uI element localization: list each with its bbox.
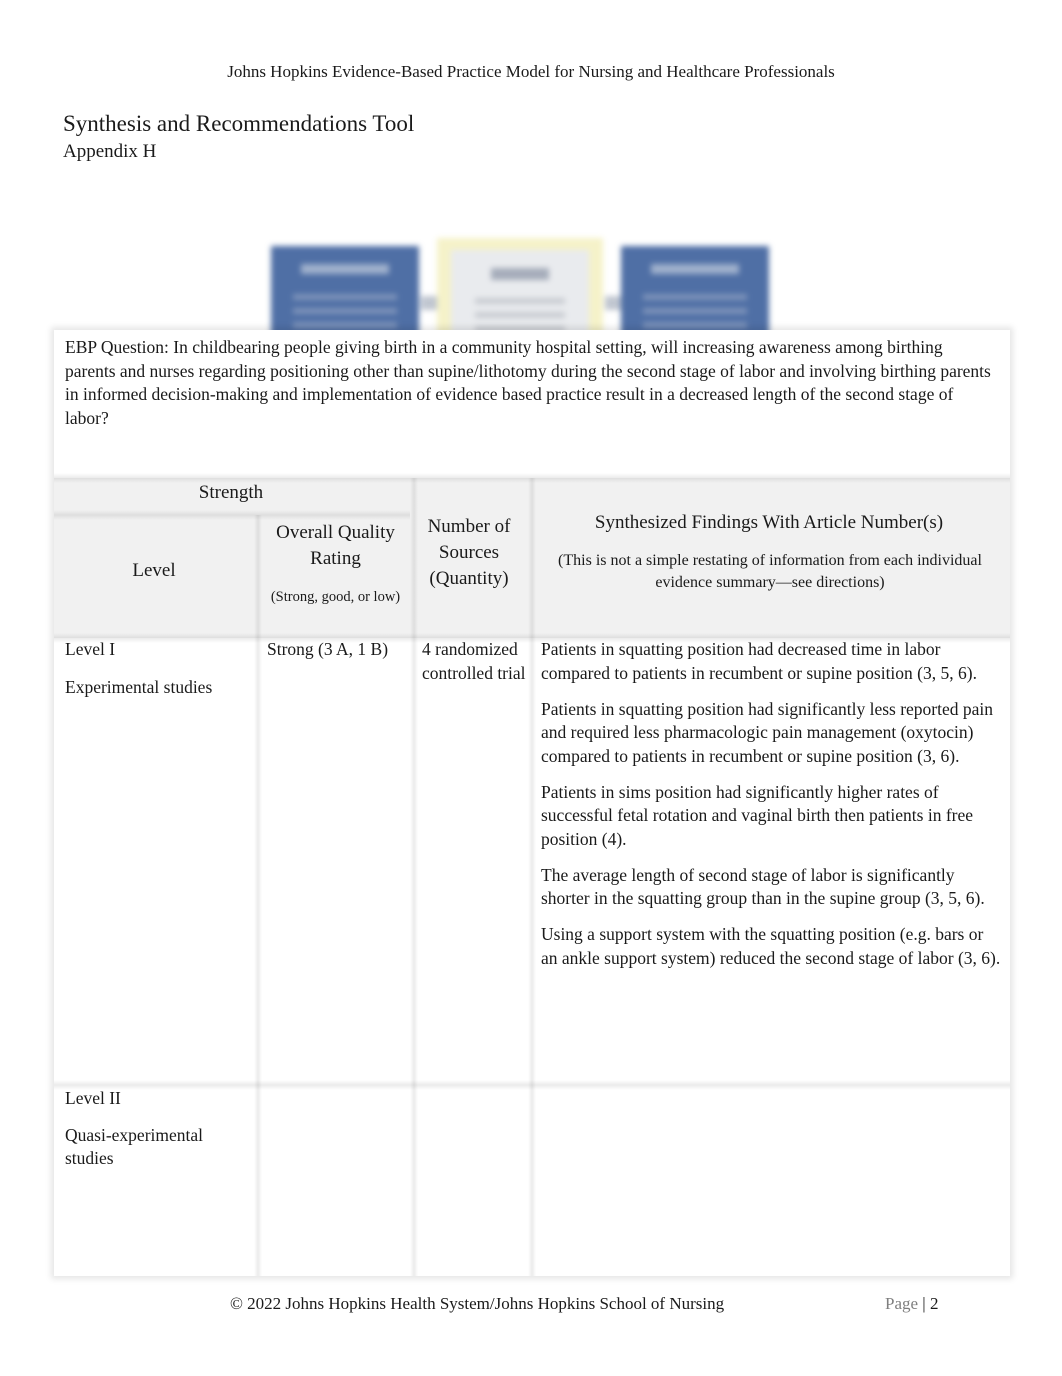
finding-item: Patients in squatting position had decre… <box>541 639 977 683</box>
diagram-arrow-icon <box>421 296 437 310</box>
page-label: Page <box>885 1294 919 1313</box>
footer-copyright: © 2022 Johns Hopkins Health System/Johns… <box>230 1294 725 1313</box>
column-divider <box>410 478 418 1276</box>
synthesis-table: EBP Question: In childbearing people giv… <box>54 330 1010 1276</box>
finding-item: Patients in sims position had significan… <box>541 781 974 849</box>
row-divider <box>54 510 410 520</box>
finding-item: Using a support system with the squattin… <box>541 924 1001 968</box>
header-quality-rating: Overall Quality Rating <box>276 522 395 569</box>
quality-rating-value: Strong (3 A, 1 B) <box>267 639 389 659</box>
findings-list: Patients in squatting position had decre… <box>541 638 1003 983</box>
footer-page-number: Page | 2 <box>885 1294 938 1314</box>
level-description: Experimental studies <box>65 676 213 697</box>
finding-item: Patients in squatting position had signi… <box>541 698 994 766</box>
running-header: Johns Hopkins Evidence-Based Practice Mo… <box>227 62 835 81</box>
document-title: Synthesis and Recommendations Tool <box>63 111 415 136</box>
ebp-question: EBP Question: In childbearing people giv… <box>65 337 991 428</box>
header-strength: Strength <box>198 482 264 503</box>
page-separator: | <box>922 1294 926 1313</box>
page-number: 2 <box>929 1294 939 1313</box>
level-label: Level II <box>65 1088 121 1108</box>
level-label: Level I <box>65 639 116 659</box>
header-number-of-sources: Number of Sources (Quantity) <box>427 516 511 589</box>
table-row-level-1-level: Level I Experimental studies <box>65 638 255 713</box>
header-level: Level <box>132 560 176 581</box>
level-description: Quasi-experimental studies <box>65 1124 204 1169</box>
diagram-arrow-icon <box>605 296 621 310</box>
table-row-level-2-level: Level II Quasi-experimental studies <box>65 1087 255 1184</box>
header-synthesized-findings: Synthesized Findings With Article Number… <box>594 512 944 533</box>
header-quality-note: (Strong, good, or low) <box>270 589 401 605</box>
document-subtitle: Appendix H <box>63 141 157 162</box>
column-divider <box>254 515 262 1276</box>
column-divider <box>528 478 536 1276</box>
sources-value: 4 randomized controlled trial <box>422 639 526 683</box>
finding-item: The average length of second stage of la… <box>541 864 985 909</box>
header-findings-note: (This is not a simple restating of infor… <box>558 552 982 591</box>
